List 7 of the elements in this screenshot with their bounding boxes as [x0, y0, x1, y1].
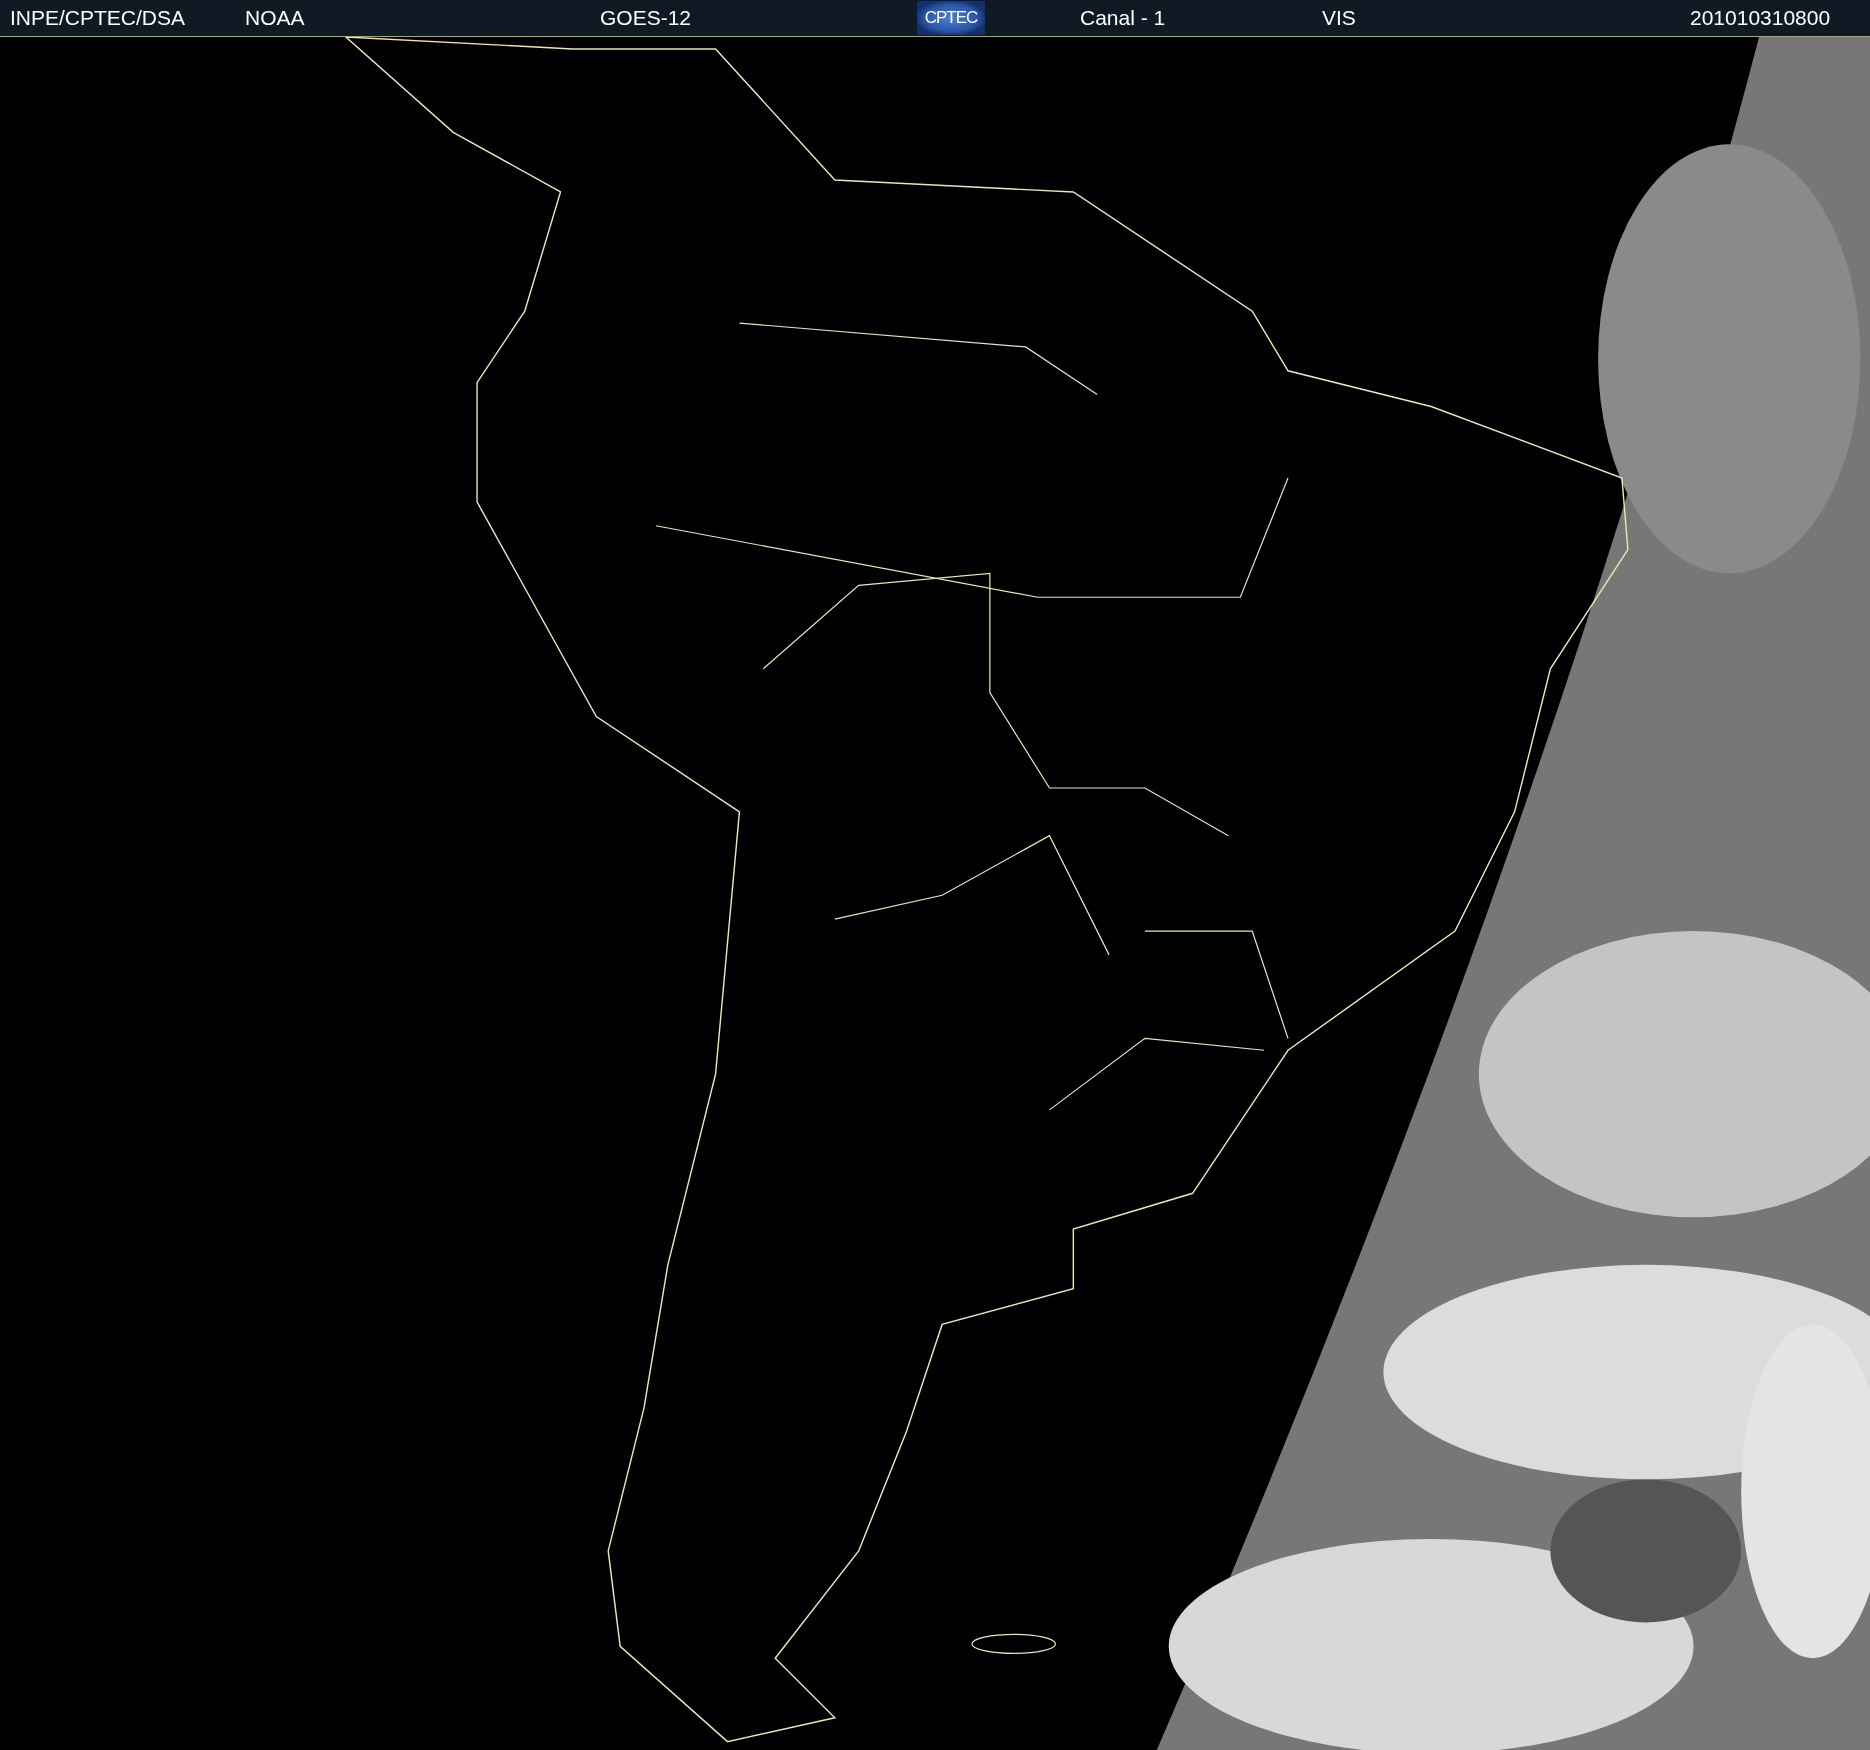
header-label: GOES-12: [600, 6, 693, 30]
header-label: 201010310800: [1690, 6, 1832, 30]
header-label: Canal - 1: [1080, 6, 1167, 30]
header-label: NOAA: [245, 6, 306, 30]
logo: CPTEC: [917, 1, 985, 35]
header-label: INPE/CPTEC/DSA: [10, 6, 187, 30]
header-label: VIS: [1322, 6, 1357, 30]
